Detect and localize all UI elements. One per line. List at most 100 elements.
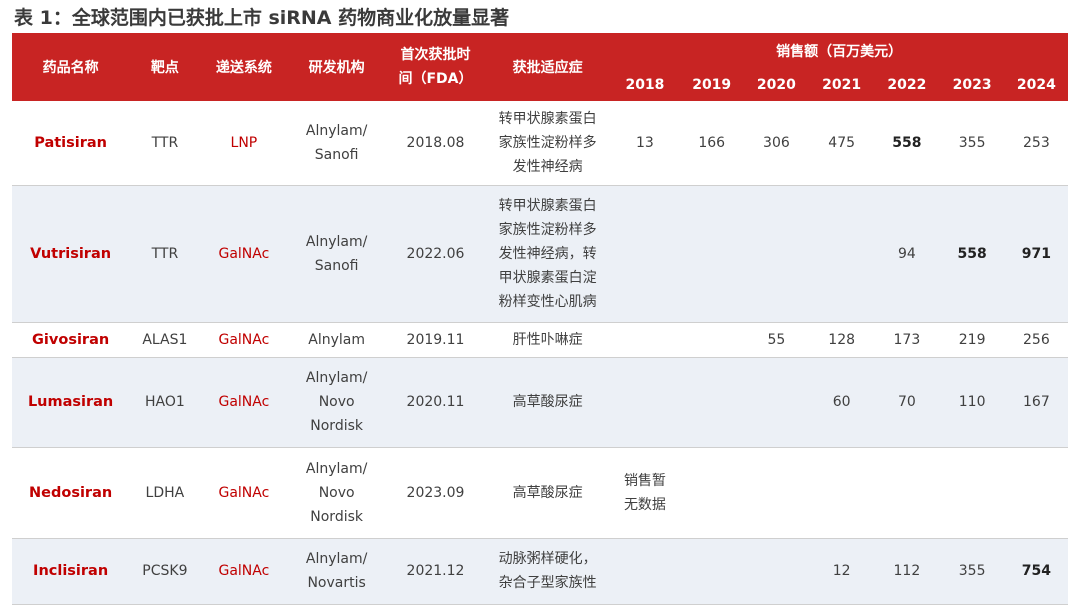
sales-value: 70 [874, 357, 940, 447]
sales-value: 112 [874, 538, 940, 604]
header-approval-date: 首次获批时间（FDA） [386, 33, 485, 101]
indication: 高草酸尿症 [484, 357, 611, 447]
developer-line: Sanofi [314, 146, 359, 163]
sales-value: 475 [828, 134, 856, 151]
header-indication: 获批适应症 [484, 33, 611, 101]
developer-line: Novartis [307, 575, 366, 591]
sales-value [809, 185, 875, 322]
indication: 肝性卟啉症 [485, 322, 610, 357]
developer-line: Alnylam/ [305, 122, 368, 139]
indication: 转甲状腺素蛋白 家族性淀粉样多 发性神经病，转 甲状腺素蛋白淀 粉样变性心肌病 [484, 185, 611, 322]
indication-line: 家族性淀粉样多 [498, 221, 597, 238]
indication-line: 发性神经病 [512, 158, 583, 175]
sales-value [680, 322, 744, 357]
delivery-system: GalNAc [200, 185, 288, 322]
developer: Alnylam [287, 322, 386, 357]
sales-value [610, 538, 680, 604]
sales-note: 销售暂 无数据 [610, 447, 679, 538]
sirna-drug-table: 药品名称 靶点 递送系统 研发机构 首次获批时间（FDA） 获批适应症 销售额（… [12, 33, 1068, 605]
developer-line: Alnylam [308, 331, 365, 348]
indication-line: 家族性淀粉样多 [498, 134, 597, 151]
approval-date: 2022.06 [386, 185, 485, 322]
sales-value [743, 185, 810, 322]
header-year-2020: 2020 [743, 69, 810, 101]
header-year-2019: 2019 [679, 69, 744, 101]
developer-line: Alnylam/ [305, 460, 368, 477]
sales-value: 55 [767, 331, 786, 348]
sales-value: 12 [809, 538, 875, 604]
drug-name: Vutrisiran [12, 185, 130, 322]
delivery-system: GalNAc [218, 331, 270, 348]
indication-line: 转甲状腺素蛋白 [498, 110, 597, 127]
approval-date: 2018.08 [406, 134, 465, 151]
sales-value: 166 [698, 134, 726, 151]
developer: Alnylam/Sanofi [287, 101, 386, 185]
sales-value: 110 [939, 357, 1005, 447]
header-sales-group: 销售额（百万美元） [610, 33, 1068, 69]
indication: 高草酸尿症 [485, 447, 610, 538]
indication-line: 粉样变性心肌病 [498, 293, 597, 310]
delivery-system: GalNAc [200, 357, 288, 447]
drug-name: Inclisiran [12, 538, 130, 604]
sales-value [743, 357, 810, 447]
developer-line: Nordisk [310, 418, 363, 434]
table-row: Vutrisiran TTR GalNAc Alnylam/Sanofi 2022.06… [12, 185, 1068, 322]
developer-line: Novo [318, 484, 355, 501]
sales-value: 94 [874, 185, 940, 322]
target: TTR [151, 134, 179, 151]
target: HAO1 [129, 357, 201, 447]
sales-value [809, 447, 874, 538]
header-drug: 药品名称 [12, 33, 130, 101]
indication: 转甲状腺素蛋白 家族性淀粉样多 发性神经病 [485, 101, 610, 185]
developer-line: Nordisk [310, 508, 363, 525]
sales-value [680, 447, 744, 538]
indication-line: 甲状腺素蛋白淀 [498, 269, 597, 286]
sales-value [874, 447, 939, 538]
header-target: 靶点 [129, 33, 201, 101]
indication-line: 高草酸尿症 [512, 484, 583, 501]
sales-value [610, 322, 679, 357]
sales-note-line: 销售暂 [623, 472, 666, 489]
sales-value: 167 [1004, 357, 1068, 447]
delivery-system: GalNAc [218, 484, 270, 501]
indication-line: 发性神经病，转 [498, 245, 597, 262]
sales-value [1005, 447, 1068, 538]
drug-name: Patisiran [34, 134, 107, 151]
indication-line: 杂合子型家族性 [498, 575, 597, 591]
target: PCSK9 [129, 538, 201, 604]
sales-value [940, 447, 1005, 538]
indication-line: 高草酸尿症 [512, 394, 583, 410]
sales-value: 128 [828, 331, 856, 348]
sales-value: 558 [892, 134, 922, 151]
developer-line: Alnylam/ [305, 233, 368, 250]
delivery-system: GalNAc [200, 538, 288, 604]
table-title: 表 1：全球范围内已获批上市 siRNA 药物商业化放量显著 [14, 7, 510, 29]
developer: Alnylam/Novo Nordisk [287, 447, 386, 538]
delivery-system: LNP [230, 134, 258, 151]
approval-date: 2020.11 [386, 357, 485, 447]
target: LDHA [145, 484, 185, 501]
sales-value [743, 538, 810, 604]
indication-line: 动脉粥样硬化， [498, 551, 597, 567]
sales-value: 558 [939, 185, 1005, 322]
approval-date: 2019.11 [406, 331, 465, 348]
approval-date: 2023.09 [406, 484, 465, 501]
approval-date: 2021.12 [386, 538, 485, 604]
drug-name: Nedosiran [29, 484, 113, 501]
sales-note-line: 无数据 [623, 496, 666, 513]
indication-line: 肝性卟啉症 [512, 331, 583, 348]
table-row: Nedosiran LDHA GalNAc Alnylam/Novo Nordisk 20… [12, 447, 1068, 538]
sales-value: 253 [1023, 134, 1050, 151]
developer-line: Novo [318, 394, 355, 410]
indication-line: 转甲状腺素蛋白 [498, 197, 597, 214]
sales-value: 355 [958, 134, 986, 151]
developer: Alnylam/Novo Nordisk [287, 357, 387, 447]
header-developer: 研发机构 [287, 33, 387, 101]
header-year-2021: 2021 [809, 69, 875, 101]
developer: Alnylam/Novartis [287, 538, 387, 604]
table-row: Givosiran ALAS1 GalNAc Alnylam 2019.11 肝性卟啉症 5… [12, 322, 1068, 357]
sales-value: 306 [763, 134, 790, 151]
sales-value [744, 447, 809, 538]
sales-value: 13 [636, 134, 654, 151]
developer: Alnylam/Sanofi [287, 185, 387, 322]
